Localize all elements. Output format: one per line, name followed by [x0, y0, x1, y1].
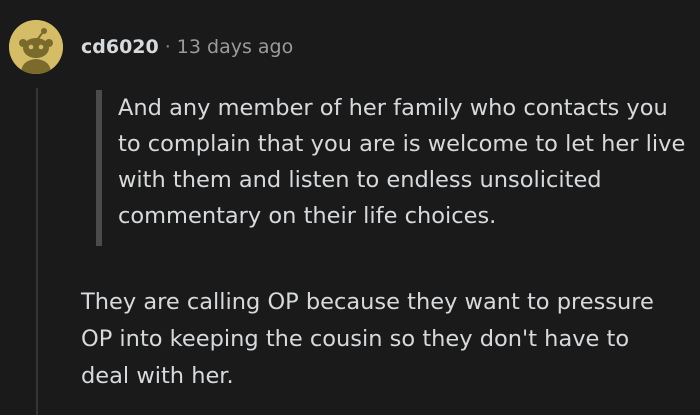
- thread-line[interactable]: [36, 88, 38, 415]
- username-link[interactable]: cd6020: [81, 36, 159, 58]
- snoo-avatar-icon: [9, 20, 63, 74]
- quote-text: And any member of her family who contact…: [118, 95, 686, 229]
- comment-body: They are calling OP because they want to…: [81, 289, 654, 389]
- user-avatar[interactable]: [9, 20, 63, 74]
- comment-meta: cd6020 · 13 days ago: [81, 35, 293, 59]
- quote-bar: [96, 90, 102, 246]
- meta-separator: ·: [164, 36, 171, 58]
- comment-timestamp[interactable]: 13 days ago: [177, 36, 293, 58]
